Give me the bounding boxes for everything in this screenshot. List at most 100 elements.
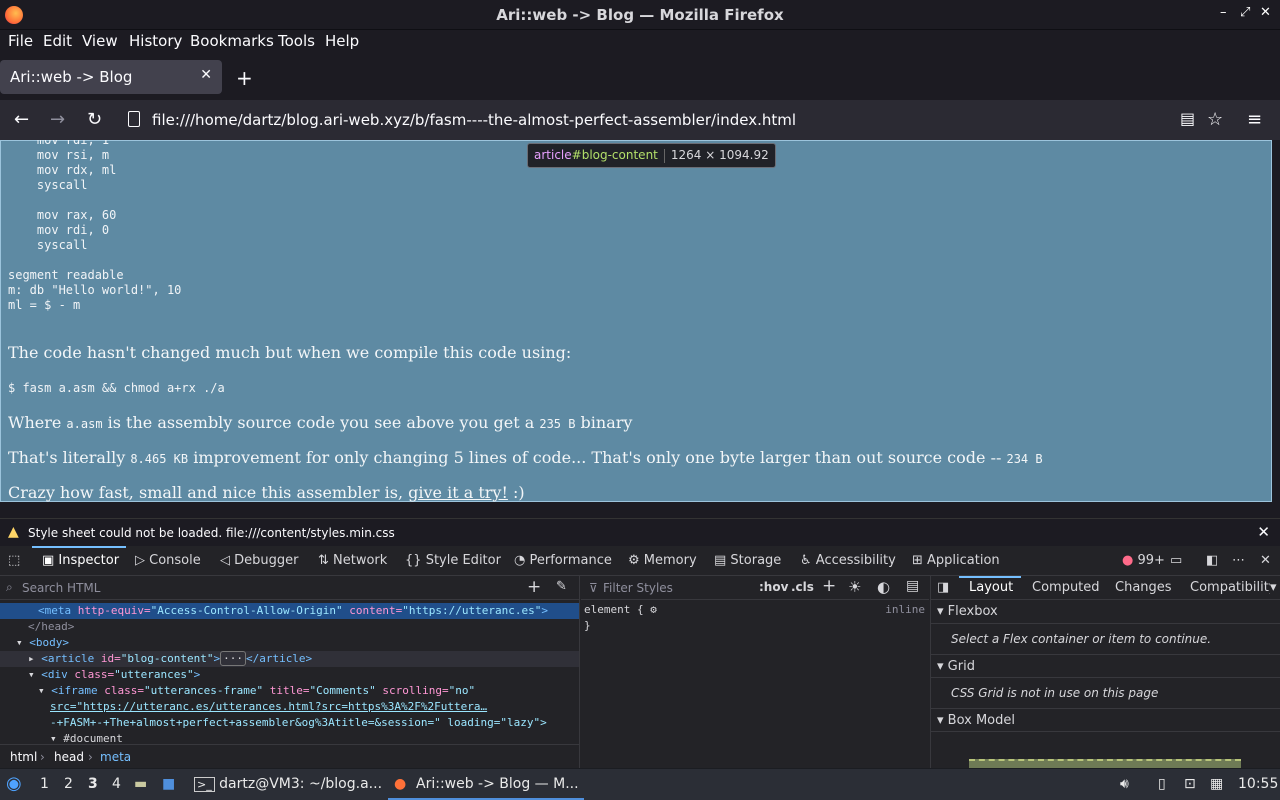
file-manager-icon[interactable]: ▬	[134, 776, 147, 792]
tab-changes[interactable]: Changes	[1115, 580, 1172, 595]
network-icon[interactable]: ▦	[1210, 776, 1223, 792]
back-icon[interactable]: ←	[14, 109, 29, 130]
taskbar-firefox[interactable]: ● Ari::web -> Blog — M...	[388, 769, 584, 800]
tree-article[interactable]: ▸ <article id="blog-content"> ··· </articl…	[0, 651, 579, 667]
close-tab-icon[interactable]: ✕	[200, 67, 212, 83]
sidebar-toggle-icon[interactable]: ◨	[937, 580, 949, 595]
p3-size2: 234 B	[1006, 452, 1043, 466]
menu-bookmarks[interactable]: Bookmarks	[190, 32, 274, 50]
desktop-icon[interactable]: ■	[162, 776, 175, 792]
crumb-head[interactable]: head	[54, 750, 84, 764]
dock-icon[interactable]: ◧	[1206, 553, 1218, 568]
tab-style-editor[interactable]: {} Style Editor	[405, 553, 501, 568]
close-warning-icon[interactable]: ✕	[1257, 523, 1270, 541]
print-media-icon[interactable]: ▤	[906, 578, 919, 594]
dark-mode-icon[interactable]: ◐	[877, 578, 890, 596]
rule-gear-icon: ⚙	[650, 603, 657, 616]
app-menu-icon[interactable]: ≡	[1247, 109, 1262, 130]
stylesheet-warning-bar: ▲ Style sheet could not be loaded. file:…	[0, 518, 1280, 546]
element-picker-icon[interactable]: ⬚	[8, 553, 20, 568]
flexbox-note: Select a Flex container or item to conti…	[951, 632, 1212, 646]
taskbar-terminal[interactable]: >_ dartz@VM3: ~/blog.a...	[194, 776, 382, 792]
tab-compatibility[interactable]: Compatibility	[1190, 580, 1270, 595]
give-it-a-try-link[interactable]: give it a try!	[408, 483, 508, 502]
tab-computed[interactable]: Computed	[1032, 580, 1100, 595]
tab-console[interactable]: ▷ Console	[135, 553, 201, 568]
reload-icon[interactable]: ↻	[87, 109, 102, 130]
tab-accessibility[interactable]: ♿ Accessibility	[800, 553, 896, 568]
flexbox-section-header[interactable]: ▾ Flexbox	[931, 600, 1280, 624]
start-menu-icon[interactable]: ◉	[6, 773, 22, 794]
window-titlebar: Ari::web -> Blog — Mozilla Firefox – ⤢ ✕	[0, 0, 1280, 30]
tree-body[interactable]: ▾ <body>	[0, 635, 69, 651]
element-rule[interactable]: element { ⚙	[584, 603, 657, 616]
tab-debugger[interactable]: ◁ Debugger	[220, 553, 299, 568]
tab-memory[interactable]: ⚙ Memory	[628, 553, 697, 568]
layout-tabs: ◨ Layout Computed Changes Compatibility …	[931, 576, 1280, 600]
inspector-tooltip: article#blog-content 1264 × 1094.92	[527, 143, 776, 168]
responsive-mode-icon[interactable]: ▭	[1170, 553, 1182, 568]
add-node-icon[interactable]: +	[527, 577, 541, 597]
crumb-html[interactable]: html	[10, 750, 37, 764]
close-window-icon[interactable]: ✕	[1260, 5, 1271, 20]
minimize-icon[interactable]: –	[1220, 5, 1227, 20]
clipboard-icon[interactable]: ▯	[1158, 776, 1166, 792]
add-rule-icon[interactable]: +	[822, 576, 836, 596]
reader-view-icon[interactable]: ▤	[1180, 109, 1195, 128]
filter-styles-input[interactable]: Filter Styles	[603, 581, 673, 595]
tree-meta[interactable]: <meta http-equiv="Access-Control-Allow-O…	[0, 603, 579, 619]
tab-layout[interactable]: Layout	[969, 580, 1013, 595]
bookmark-star-icon[interactable]: ☆	[1207, 109, 1223, 130]
hov-toggle[interactable]: :hov	[759, 580, 788, 594]
p3-text-b: improvement for only changing 5 lines of…	[188, 448, 1007, 467]
tabs-overflow-icon[interactable]: ▾	[1270, 580, 1277, 595]
rules-pane: ⊽ Filter Styles :hov .cls + ☀ ◐ ▤ elemen…	[581, 576, 929, 768]
html-search[interactable]: ⌕ Search HTML + ✎	[0, 576, 580, 600]
close-devtools-icon[interactable]: ✕	[1260, 553, 1271, 568]
menu-help[interactable]: Help	[325, 32, 359, 50]
tab-network[interactable]: ⇅ Network	[318, 553, 387, 568]
menu-history[interactable]: History	[129, 32, 182, 50]
tree-iframe-src-2[interactable]: -+FASM+-+The+almost+perfect+assembler&og…	[0, 715, 547, 731]
p2-size: 235 B	[539, 417, 576, 431]
forward-icon[interactable]: →	[50, 109, 65, 130]
url-text[interactable]: file:///home/dartz/blog.ari-web.xyz/b/fa…	[152, 111, 796, 129]
warning-icon: ▲	[8, 524, 19, 540]
volume-icon[interactable]: 🔊︎	[1120, 776, 1129, 792]
p2-text-b: is the assembly source code you see abov…	[102, 413, 540, 432]
url-bar[interactable]: file:///home/dartz/blog.ari-web.xyz/b/fa…	[120, 104, 1170, 136]
tab-application[interactable]: ⊞ Application	[912, 553, 1000, 568]
p4-text-a: Crazy how fast, small and nice this asse…	[8, 483, 409, 502]
workspace-2[interactable]: 2	[64, 776, 73, 792]
tree-iframe[interactable]: ▾ <iframe class="utterances-frame" title…	[0, 683, 475, 699]
tree-div-utterances[interactable]: ▾ <div class="utterances">	[0, 667, 200, 683]
clock: 10:55	[1238, 776, 1279, 792]
tab-blog[interactable]: Ari::web -> Blog ✕	[0, 60, 222, 94]
tab-storage[interactable]: ▤ Storage	[714, 553, 781, 568]
grid-section-header[interactable]: ▾ Grid	[931, 654, 1280, 678]
light-mode-icon[interactable]: ☀	[848, 578, 861, 596]
workspace-4[interactable]: 4	[112, 776, 121, 792]
crumb-meta[interactable]: meta	[100, 750, 131, 764]
more-options-icon[interactable]: ⋯	[1232, 553, 1245, 568]
tab-inspector[interactable]: ▣ Inspector	[42, 553, 119, 568]
search-icon: ⌕	[6, 580, 13, 594]
tree-head-close[interactable]: </head>	[0, 619, 74, 635]
tree-iframe-src[interactable]: src="https://utteranc.es/utterances.html…	[0, 699, 487, 715]
updates-icon[interactable]: ⊡	[1184, 776, 1196, 792]
cls-toggle[interactable]: .cls	[791, 580, 814, 594]
menu-tools[interactable]: Tools	[278, 32, 315, 50]
menu-view[interactable]: View	[82, 32, 118, 50]
tab-performance[interactable]: ◔ Performance	[514, 553, 612, 568]
workspace-3[interactable]: 3	[88, 776, 98, 792]
paragraph-3: That's literally 8.465 KB improvement fo…	[8, 448, 1043, 467]
maximize-icon[interactable]: ⤢	[1240, 5, 1250, 20]
box-model-section-header[interactable]: ▾ Box Model	[931, 708, 1280, 732]
eyedropper-icon[interactable]: ✎	[556, 579, 567, 594]
menu-edit[interactable]: Edit	[43, 32, 72, 50]
error-count-badge[interactable]: ● 99+	[1122, 553, 1165, 568]
new-tab-icon[interactable]: +	[236, 66, 253, 90]
workspace-1[interactable]: 1	[40, 776, 49, 792]
layout-pane: ◨ Layout Computed Changes Compatibility …	[930, 576, 1280, 768]
menu-file[interactable]: File	[8, 32, 33, 50]
